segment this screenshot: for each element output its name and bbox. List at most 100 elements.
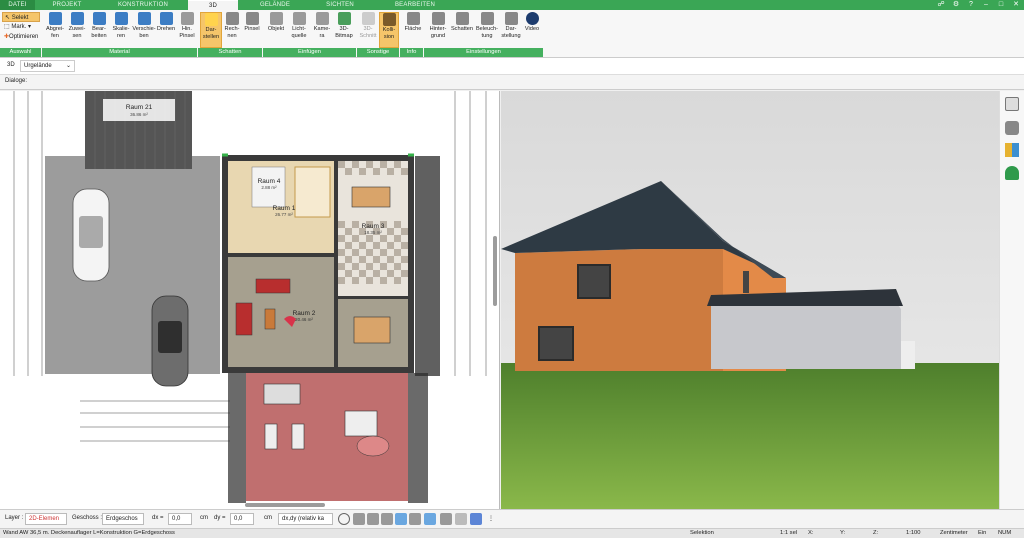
selekt-button[interactable]: ↖ Selekt — [2, 12, 40, 22]
bearbeiten-button[interactable]: Bear- beiten — [88, 12, 110, 48]
maximize-icon[interactable]: □ — [997, 1, 1005, 9]
schnitt-button[interactable]: 3D- Schnitt — [358, 12, 378, 48]
monitor-icon — [504, 12, 518, 25]
line-tool-icon[interactable] — [395, 513, 407, 525]
kollision-button[interactable]: Kolli- sion — [379, 12, 399, 48]
help-icon[interactable]: ? — [967, 1, 975, 9]
group-auswahl: Auswahl — [0, 48, 42, 57]
chair-icon[interactable] — [1005, 121, 1019, 135]
house-shadow-icon — [455, 12, 469, 25]
material-palette-icon[interactable] — [1005, 143, 1019, 157]
stamp-icon[interactable] — [353, 513, 365, 525]
room-4-label: Raum 4 — [258, 178, 281, 185]
plan-horizontal-scrollbar[interactable] — [245, 503, 325, 507]
magnet-icon[interactable] — [470, 513, 482, 525]
settings-icon[interactable]: ⚙ — [952, 1, 960, 9]
room-2-label: Raum 2 — [293, 310, 316, 317]
group-sonstige: Sonstige — [357, 48, 400, 57]
hintergrund-button[interactable]: Hinter- grund — [426, 12, 450, 48]
lichtquelle-button[interactable]: Licht- quelle — [287, 12, 311, 48]
play-icon — [525, 12, 539, 25]
menu-tab-bar: DATEI PROJEKT KONSTRUKTION 3D GELÄNDE SI… — [0, 0, 1024, 10]
layer-label: Layer : — [5, 515, 24, 521]
layers-icon[interactable] — [1005, 97, 1019, 111]
tab-konstruktion[interactable]: KONSTRUKTION — [108, 0, 178, 10]
hin-pinsel-button[interactable]: Hin. Pinsel — [177, 12, 197, 48]
room-2-area: 20.46 m² — [295, 317, 313, 322]
move-icon — [137, 12, 151, 25]
status-sel-count: 1:1 sel — [780, 530, 798, 536]
tab-bearbeiten[interactable]: BEARBEITEN — [380, 0, 450, 10]
pointer-select-icon[interactable] — [381, 513, 393, 525]
verschieben-button[interactable]: Verschie- ben — [132, 12, 156, 48]
tab-sichten[interactable]: SICHTEN — [315, 0, 365, 10]
more-icon[interactable]: ⋮ — [488, 515, 494, 522]
coordinate-mode-select[interactable]: dx,dy (relativ ka — [278, 513, 333, 525]
objekt-button[interactable]: Objekt — [265, 12, 287, 48]
drehen-button[interactable]: Drehen — [156, 12, 176, 48]
tab-datei[interactable]: DATEI — [0, 0, 35, 10]
kamera-button[interactable]: Kame- ra — [311, 12, 333, 48]
window-upper — [577, 264, 611, 299]
status-selection: Selektion — [690, 530, 714, 536]
video-button[interactable]: Video — [522, 12, 542, 48]
abgreifen-button[interactable]: Abgrei- fen — [44, 12, 66, 48]
terrain-select[interactable]: Urgelände ⌄ — [20, 60, 75, 72]
chevron-down-icon: ▾ — [26, 24, 32, 30]
minimize-icon[interactable]: – — [982, 1, 990, 9]
fill-icon[interactable] — [455, 513, 467, 525]
tab-3d[interactable]: 3D — [188, 0, 238, 10]
dx-input[interactable]: 0,0 — [168, 513, 192, 525]
bitmap-button[interactable]: 3D- Bitmap — [333, 12, 355, 48]
curve-tool-icon[interactable] — [409, 513, 421, 525]
tab-gelaende[interactable]: GELÄNDE — [250, 0, 300, 10]
share-icon[interactable]: ☍ — [937, 1, 945, 9]
flaeche-button[interactable]: Fläche — [402, 12, 424, 48]
tree-icon[interactable] — [1005, 166, 1019, 180]
group-schatten: Schatten — [198, 48, 263, 57]
table-icon[interactable] — [440, 513, 452, 525]
snap-icon[interactable] — [367, 513, 379, 525]
car-dark — [151, 295, 189, 387]
group-material: Material — [42, 48, 198, 57]
grid-snap-icon[interactable] — [424, 513, 436, 525]
status-unit: Zentimeter — [940, 530, 968, 536]
paint-brush-icon — [245, 12, 259, 25]
tab-projekt[interactable]: PROJEKT — [42, 0, 92, 10]
chevron-down-icon: ⌄ — [65, 63, 71, 69]
view-mode-label: 3D — [7, 62, 15, 68]
room-4-area: 2.88 m² — [261, 185, 277, 190]
camera-icon — [315, 12, 329, 25]
layer-select[interactable]: 2D-Elemen — [25, 513, 67, 525]
dy-unit: cm — [264, 515, 272, 521]
plan-vertical-scrollbar[interactable] — [493, 236, 497, 306]
status-y: Y: — [840, 530, 846, 536]
beleuchtung-button[interactable]: Beleuch- tung — [474, 12, 500, 48]
status-ein: Ein — [978, 530, 987, 536]
collision-icon — [382, 13, 396, 26]
mark-button[interactable]: ⬚ Mark. ▾ — [2, 22, 40, 32]
3d-view[interactable] — [501, 91, 999, 509]
room-21-label: Raum 21 — [126, 104, 153, 111]
skalieren-button[interactable]: Skalie- ren — [110, 12, 132, 48]
room-1-area: 26.77 m² — [275, 212, 293, 217]
right-tool-panel — [999, 91, 1024, 509]
chair-icon — [269, 12, 283, 25]
zuweisen-button[interactable]: Zuwei- sen — [66, 12, 88, 48]
pinsel-button[interactable]: Pinsel — [242, 12, 262, 48]
rechnen-button[interactable]: Rech- nen — [222, 12, 242, 48]
geschoss-select[interactable]: Erdgeschos — [102, 513, 144, 525]
darstellen-button[interactable]: Dar- stellen — [200, 12, 222, 48]
optimieren-button[interactable]: ✚Optimieren — [2, 32, 40, 42]
status-scale: 1:100 — [906, 530, 921, 536]
group-info: Info — [400, 48, 424, 57]
close-icon[interactable]: ✕ — [1012, 1, 1020, 9]
floor-plan-view[interactable]: Raum 21 36.86 m² Raum 4 2.88 m² Raum 1 2… — [0, 91, 500, 509]
clock-icon[interactable] — [338, 513, 350, 525]
window-lower — [538, 326, 574, 361]
hedge-front — [408, 373, 428, 503]
darstellung-button[interactable]: Dar- stellung — [500, 12, 522, 48]
dx-unit: cm — [200, 515, 208, 521]
dy-input[interactable]: 0,0 — [230, 513, 254, 525]
schatten-button[interactable]: Schatten — [450, 12, 474, 48]
